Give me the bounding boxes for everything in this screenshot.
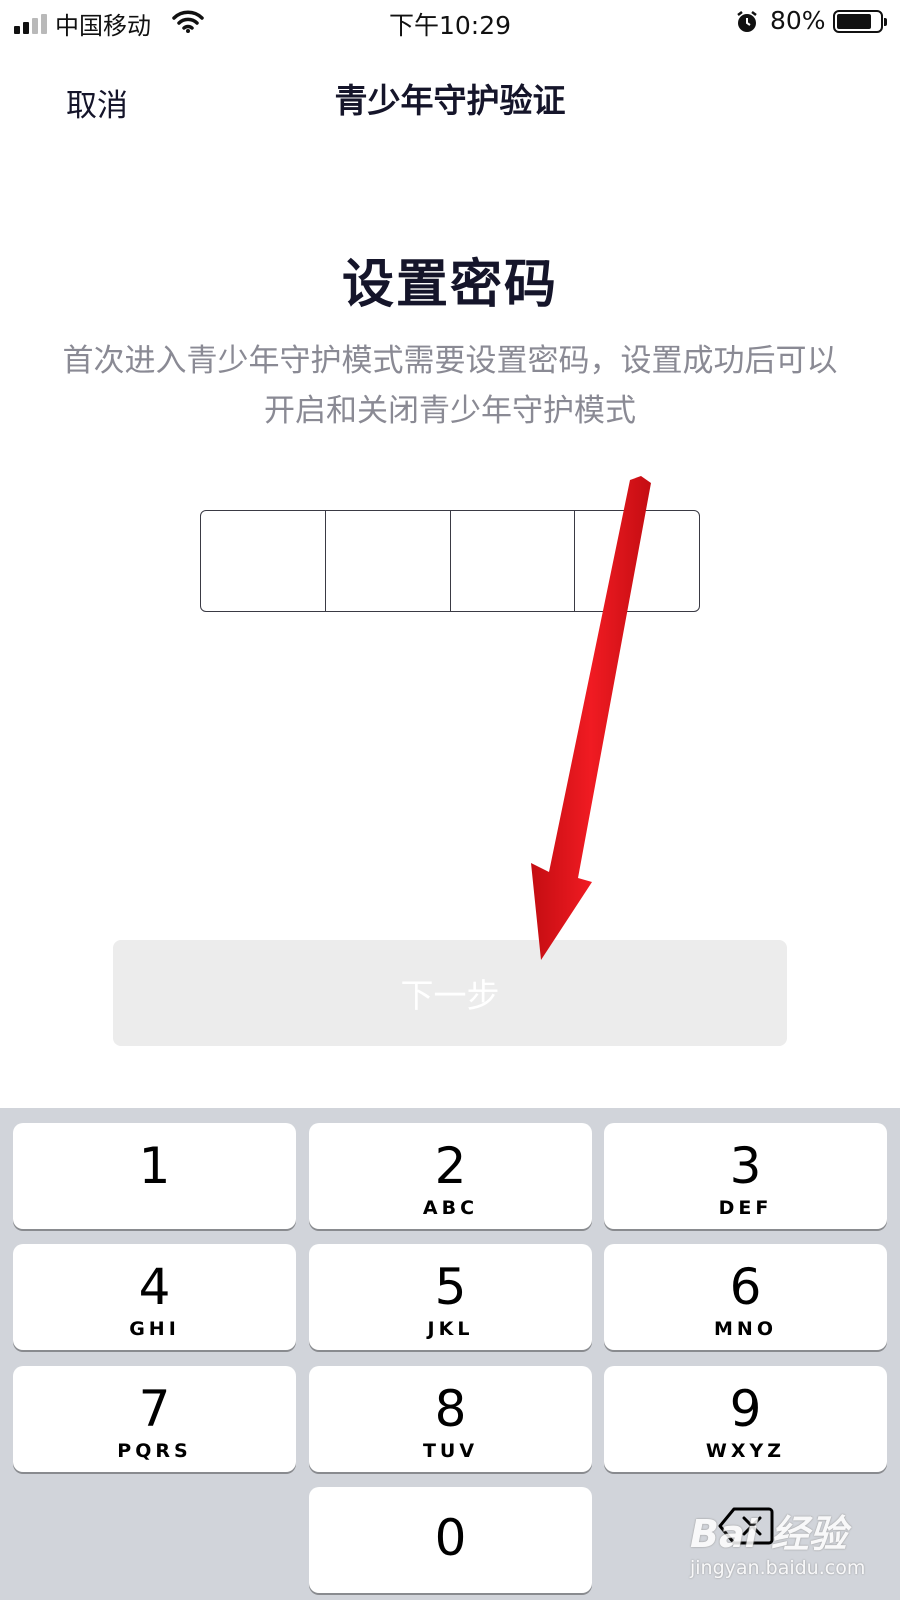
key-2[interactable]: 2 ABC: [309, 1123, 592, 1229]
key-digit: 9: [729, 1380, 762, 1438]
key-digit: 4: [138, 1258, 171, 1316]
status-time: 下午10:29: [388, 11, 512, 40]
key-letters: TUV: [422, 1440, 479, 1462]
key-digit: 6: [729, 1258, 762, 1316]
key-7[interactable]: 7 PQRS: [13, 1366, 296, 1472]
watermark-brand: Bai 经验: [690, 1512, 847, 1556]
pin-digit-1[interactable]: [201, 511, 326, 611]
key-6[interactable]: 6 MNO: [604, 1244, 887, 1350]
key-letters: ABC: [422, 1197, 479, 1219]
key-digit: 8: [434, 1380, 467, 1438]
next-step-button[interactable]: 下一步: [113, 940, 787, 1046]
key-4[interactable]: 4 GHI: [13, 1244, 296, 1350]
key-letters: JKL: [427, 1318, 474, 1340]
key-digit: 7: [138, 1380, 171, 1438]
page-title: 青少年守护验证: [334, 81, 566, 120]
key-letters: GHI: [129, 1318, 180, 1340]
key-0[interactable]: 0: [309, 1487, 592, 1593]
description-line-2: 开启和关闭青少年守护模式: [264, 393, 636, 429]
description-line-1: 首次进入青少年守护模式需要设置密码，设置成功后可以: [62, 343, 838, 379]
alarm-clock-icon: [737, 11, 757, 32]
key-9[interactable]: 9 WXYZ: [604, 1366, 887, 1472]
status-bar: 中国移动 下午10:29 80%: [0, 0, 900, 46]
set-password-heading: 设置密码: [341, 255, 558, 315]
pin-digit-4[interactable]: [575, 511, 699, 611]
key-3[interactable]: 3 DEF: [604, 1123, 887, 1229]
pin-input[interactable]: [200, 510, 700, 612]
watermark-url: jingyan.baidu.com: [690, 1557, 866, 1579]
baidu-jingyan-watermark: Bai 经验 jingyan.baidu.com: [690, 1495, 890, 1595]
pin-digit-3[interactable]: [451, 511, 576, 611]
key-8[interactable]: 8 TUV: [309, 1366, 592, 1472]
battery-icon: [833, 10, 887, 33]
description-text: 首次进入青少年守护模式需要设置密码，设置成功后可以 开启和关闭青少年守护模式: [10, 336, 890, 436]
key-digit: 0: [434, 1509, 467, 1567]
key-digit: 2: [434, 1137, 467, 1195]
battery-percent: 80%: [770, 6, 826, 35]
key-letters: WXYZ: [705, 1440, 786, 1462]
key-letters: MNO: [714, 1318, 777, 1340]
key-1[interactable]: 1: [13, 1123, 296, 1229]
key-letters: DEF: [718, 1197, 773, 1219]
key-digit: 3: [729, 1137, 762, 1195]
key-letters: PQRS: [117, 1440, 192, 1462]
key-5[interactable]: 5 JKL: [309, 1244, 592, 1350]
pin-digit-2[interactable]: [326, 511, 451, 611]
key-digit: 1: [138, 1137, 171, 1195]
key-digit: 5: [434, 1258, 467, 1316]
